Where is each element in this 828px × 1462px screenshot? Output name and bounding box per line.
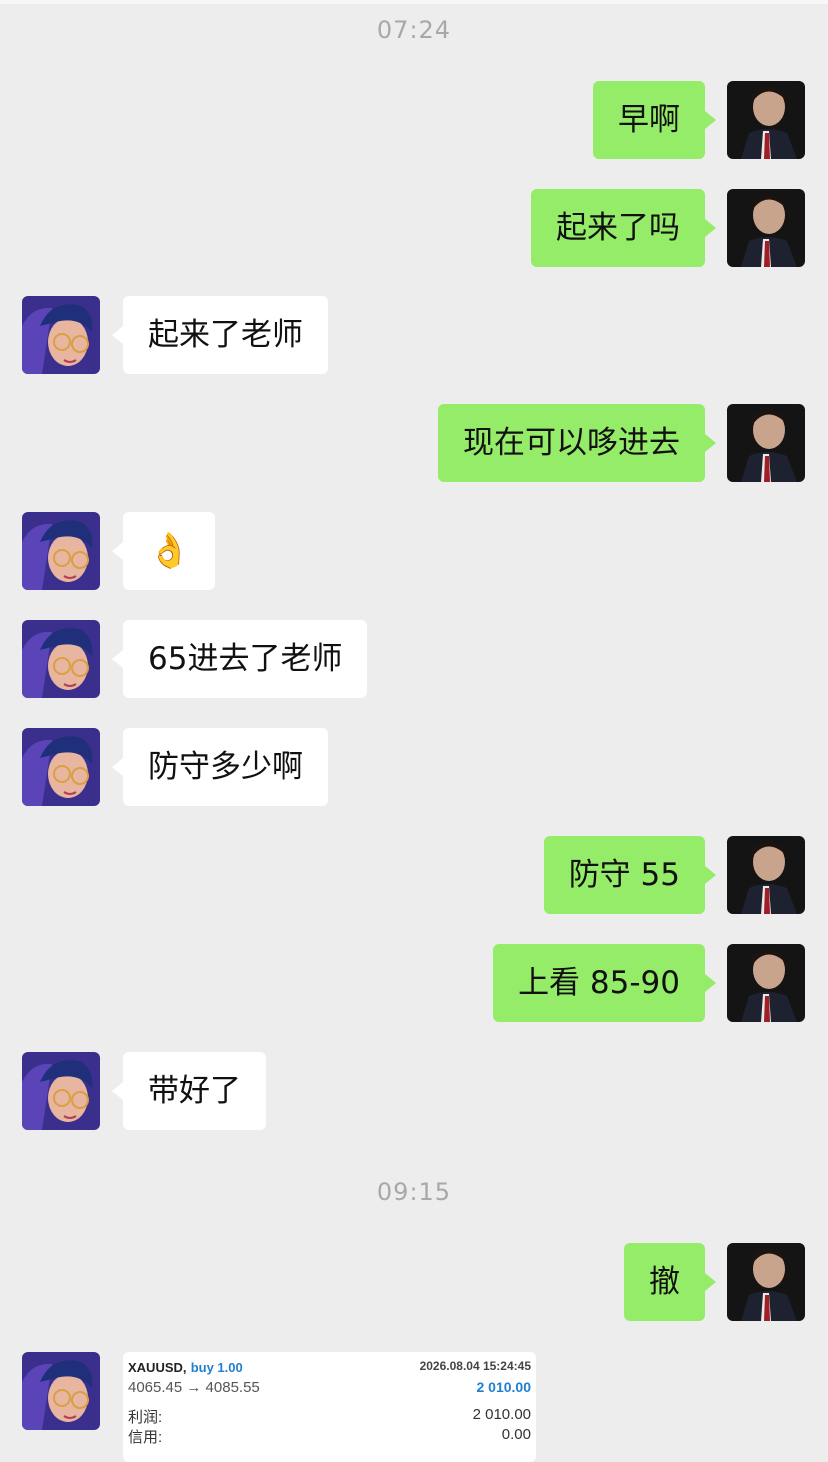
avatar[interactable] <box>727 836 805 914</box>
message-bubble[interactable]: 带好了 <box>112 1052 266 1130</box>
message-row: 上看 85-90 <box>0 944 828 1022</box>
trade-header-row: XAUUSD, buy 1.00 2026.08.04 15:24:45 <box>123 1359 536 1379</box>
timestamp: 09:15 <box>376 1178 452 1206</box>
trade-datetime: 2026.08.04 15:24:45 <box>419 1359 531 1373</box>
message-bubble[interactable]: 65进去了老师 <box>111 620 368 698</box>
trade-symbol: XAUUSD, <box>128 1360 187 1375</box>
ok-hand-icon: 👌 <box>148 531 191 571</box>
trade-price-row: 4065.45 → 4085.55 2 010.00 <box>123 1379 536 1399</box>
message-row: 早啊 <box>0 81 828 159</box>
avatar[interactable] <box>22 728 100 806</box>
avatar[interactable] <box>22 1352 100 1430</box>
message-bubble[interactable]: 上看 85-90 <box>493 944 716 1022</box>
profit-amount: 2 010.00 <box>472 1406 531 1423</box>
message-row: 现在可以哆进去 <box>0 404 828 482</box>
timestamp: 07:24 <box>376 16 452 44</box>
trade-profit-value: 2 010.00 <box>476 1379 532 1395</box>
message-row: 起来了吗 <box>0 189 828 267</box>
trade-credit-row: 信用: 0.00 <box>123 1426 536 1446</box>
trade-profit-row: 利润: 2 010.00 <box>123 1406 536 1426</box>
message-row: 撤 <box>0 1243 828 1321</box>
message-bubble[interactable]: 早啊 <box>593 81 716 159</box>
profit-label: 利润: <box>128 1409 163 1426</box>
message-bubble[interactable]: 防守 55 <box>543 836 717 914</box>
avatar[interactable] <box>727 1243 805 1321</box>
message-bubble[interactable]: 起来了吗 <box>531 189 716 267</box>
message-bubble[interactable]: 撤 <box>624 1243 716 1321</box>
credit-label: 信用: <box>128 1429 163 1446</box>
avatar[interactable] <box>22 296 100 374</box>
avatar[interactable] <box>727 81 805 159</box>
trade-prices: 4065.45 → 4085.55 <box>128 1379 260 1396</box>
message-row: 防守多少啊 <box>0 728 828 806</box>
message-bubble[interactable]: 现在可以哆进去 <box>438 404 716 482</box>
message-row: 65进去了老师 <box>0 620 828 698</box>
avatar[interactable] <box>22 1052 100 1130</box>
message-row: 👌 <box>0 512 828 590</box>
avatar[interactable] <box>727 944 805 1022</box>
message-row: 起来了老师 <box>0 296 828 374</box>
top-divider <box>0 0 828 4</box>
avatar[interactable] <box>727 404 805 482</box>
message-row: 防守 55 <box>0 836 828 914</box>
trade-screenshot-image[interactable]: XAUUSD, buy 1.00 2026.08.04 15:24:45 406… <box>123 1352 536 1462</box>
avatar[interactable] <box>22 512 100 590</box>
message-bubble[interactable]: 防守多少啊 <box>112 728 328 806</box>
trade-action: buy 1.00 <box>190 1360 243 1375</box>
credit-amount: 0.00 <box>501 1426 531 1443</box>
avatar[interactable] <box>22 620 100 698</box>
message-bubble[interactable]: 👌 <box>112 512 215 590</box>
avatar[interactable] <box>727 189 805 267</box>
message-bubble[interactable]: 起来了老师 <box>112 296 328 374</box>
message-row: 带好了 <box>0 1052 828 1130</box>
